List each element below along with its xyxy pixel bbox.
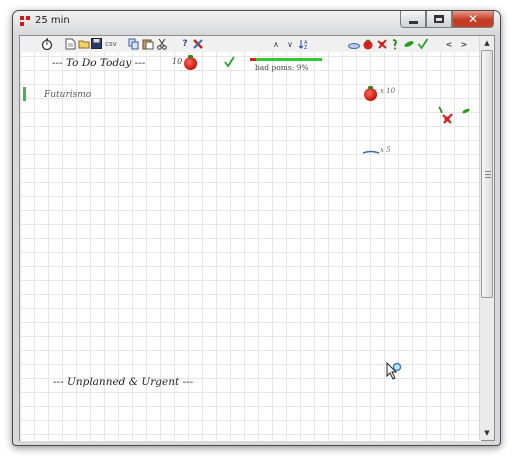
stopwatch-icon: [41, 38, 53, 50]
vertical-scrollbar[interactable]: ▲ ▼: [479, 36, 494, 440]
scroll-up-button[interactable]: ▲: [480, 36, 494, 50]
tomato-icon: [364, 86, 377, 101]
todo-count: 10: [172, 57, 183, 66]
task-sheet[interactable]: --- To Do Today --- 10 bad poms: 9% Futu…: [20, 52, 481, 441]
task-name[interactable]: Futurismo: [44, 90, 91, 100]
scroll-thumb[interactable]: [481, 50, 493, 298]
squashed-tomato-button[interactable]: [376, 38, 388, 51]
close-icon: ✕: [467, 12, 479, 26]
interruption-button[interactable]: [390, 38, 402, 51]
todo-heading: --- To Do Today ---: [52, 57, 146, 69]
new-file-icon: [65, 38, 76, 50]
paste-button[interactable]: [142, 38, 154, 51]
copy-button[interactable]: [128, 38, 140, 51]
checkmark-icon: [224, 56, 235, 68]
timer-button[interactable]: [41, 38, 53, 51]
bad-poms-bar: [250, 58, 322, 61]
cursor-icon: [386, 362, 402, 380]
settings-button[interactable]: [192, 38, 204, 51]
app-icon: [20, 16, 30, 26]
new-file-button[interactable]: [65, 38, 77, 51]
next-button[interactable]: >: [458, 38, 470, 51]
plate-icon: [348, 43, 360, 49]
plate-button[interactable]: [348, 38, 360, 51]
bad-poms-fill: [250, 58, 257, 61]
line-count: x 5: [380, 146, 391, 154]
leaf-icon: [404, 41, 414, 47]
tomato-icon: [363, 39, 373, 50]
cut-button[interactable]: [156, 38, 168, 51]
copy-icon: [128, 38, 139, 50]
grip-icon: [485, 171, 491, 178]
paste-icon: [142, 39, 154, 50]
maximize-icon: [434, 15, 444, 23]
previous-button[interactable]: <: [443, 38, 455, 51]
title-bar[interactable]: 25 min ✕: [13, 11, 500, 33]
minimize-button[interactable]: [400, 11, 426, 28]
svg-text:Z: Z: [304, 45, 308, 50]
save-icon: [91, 38, 102, 49]
client-area: csv ? ∧ ∨ AZ < > --- To Do Today --- 10 …: [19, 35, 495, 441]
window-title: 25 min: [35, 15, 70, 26]
open-folder-icon: [78, 40, 90, 49]
export-csv-button[interactable]: csv: [104, 38, 118, 51]
scroll-down-button[interactable]: ▼: [480, 426, 494, 440]
tomato-button[interactable]: [362, 38, 374, 51]
splat-icon: [438, 106, 470, 124]
bad-poms-label: bad poms: 9%: [255, 63, 309, 72]
line-icon: [362, 150, 380, 154]
open-button[interactable]: [78, 38, 90, 51]
unplanned-heading: --- Unplanned & Urgent ---: [53, 376, 194, 388]
leaf-button[interactable]: [403, 38, 415, 51]
app-window: 25 min ✕ csv ? ∧ ∨ A Z < > --- To Do Tod…: [12, 10, 501, 446]
move-up-button[interactable]: ∧: [270, 38, 282, 51]
tomato-count: x 10: [380, 87, 396, 95]
complete-button[interactable]: [417, 38, 429, 51]
minimize-icon: [408, 20, 418, 24]
checkmark-icon: [417, 38, 429, 50]
save-button[interactable]: [91, 38, 103, 51]
sort-icon: AZ: [298, 40, 308, 50]
sort-button[interactable]: AZ: [298, 38, 310, 51]
task-selection-marker: [23, 87, 26, 101]
maximize-button[interactable]: [426, 11, 452, 28]
scissors-icon: [157, 38, 167, 50]
move-down-button[interactable]: ∨: [284, 38, 296, 51]
splat-icon: [377, 39, 387, 49]
tomato-icon: [184, 55, 197, 70]
help-button[interactable]: ?: [179, 38, 191, 51]
interruption-icon: [392, 39, 397, 50]
toolbar: csv ? ∧ ∨ AZ < >: [20, 36, 481, 52]
close-button[interactable]: ✕: [452, 11, 494, 28]
tools-icon: [193, 39, 203, 49]
